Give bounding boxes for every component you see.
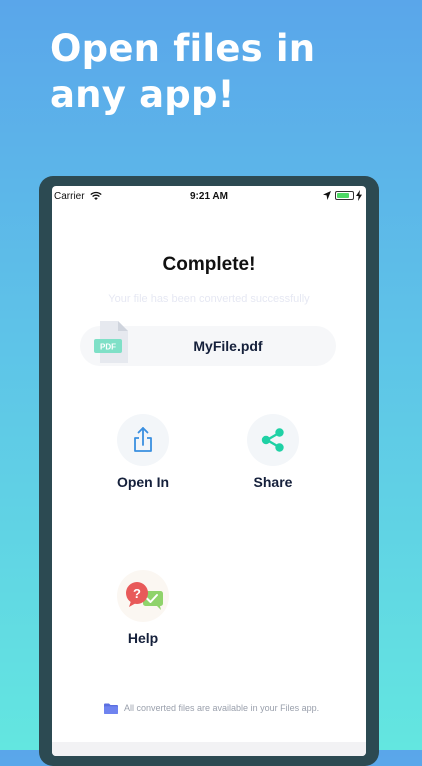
share-out-icon [134,427,152,452]
open-in-icon-circle [117,414,169,466]
share-label: Share [253,474,293,490]
help-icon-circle: ? [117,570,169,622]
charging-icon [356,190,362,201]
share-nodes-icon [261,428,284,452]
share-icon-circle [247,414,299,466]
svg-text:?: ? [133,586,141,601]
open-in-label: Open In [116,474,170,490]
battery-icon [335,191,354,200]
help-button[interactable]: ? Help [98,570,188,646]
footer-note: All converted files are available in you… [52,702,366,716]
help-label: Help [127,630,159,646]
share-button[interactable]: Share [228,414,318,490]
page-title: Complete! [162,254,256,275]
location-icon [323,191,331,200]
promo-headline: Open files in any app! [50,27,316,116]
app-screen: Carrier 9:21 AM Complete! Your file has … [52,186,366,756]
bottom-bar [52,742,366,756]
file-name: MyFile.pdf [193,338,263,354]
file-card[interactable]: PDF MyFile.pdf [80,321,336,366]
open-in-button[interactable]: Open In [98,414,188,490]
help-bubbles-icon: ? [126,582,163,610]
status-time: 9:21 AM [190,191,228,202]
footer-text: All converted files are available in you… [124,703,320,713]
status-bar: Carrier 9:21 AM [52,186,366,206]
battery-level [337,193,349,198]
status-message: Your file has been converted successfull… [108,293,310,305]
folder-icon [104,703,118,714]
